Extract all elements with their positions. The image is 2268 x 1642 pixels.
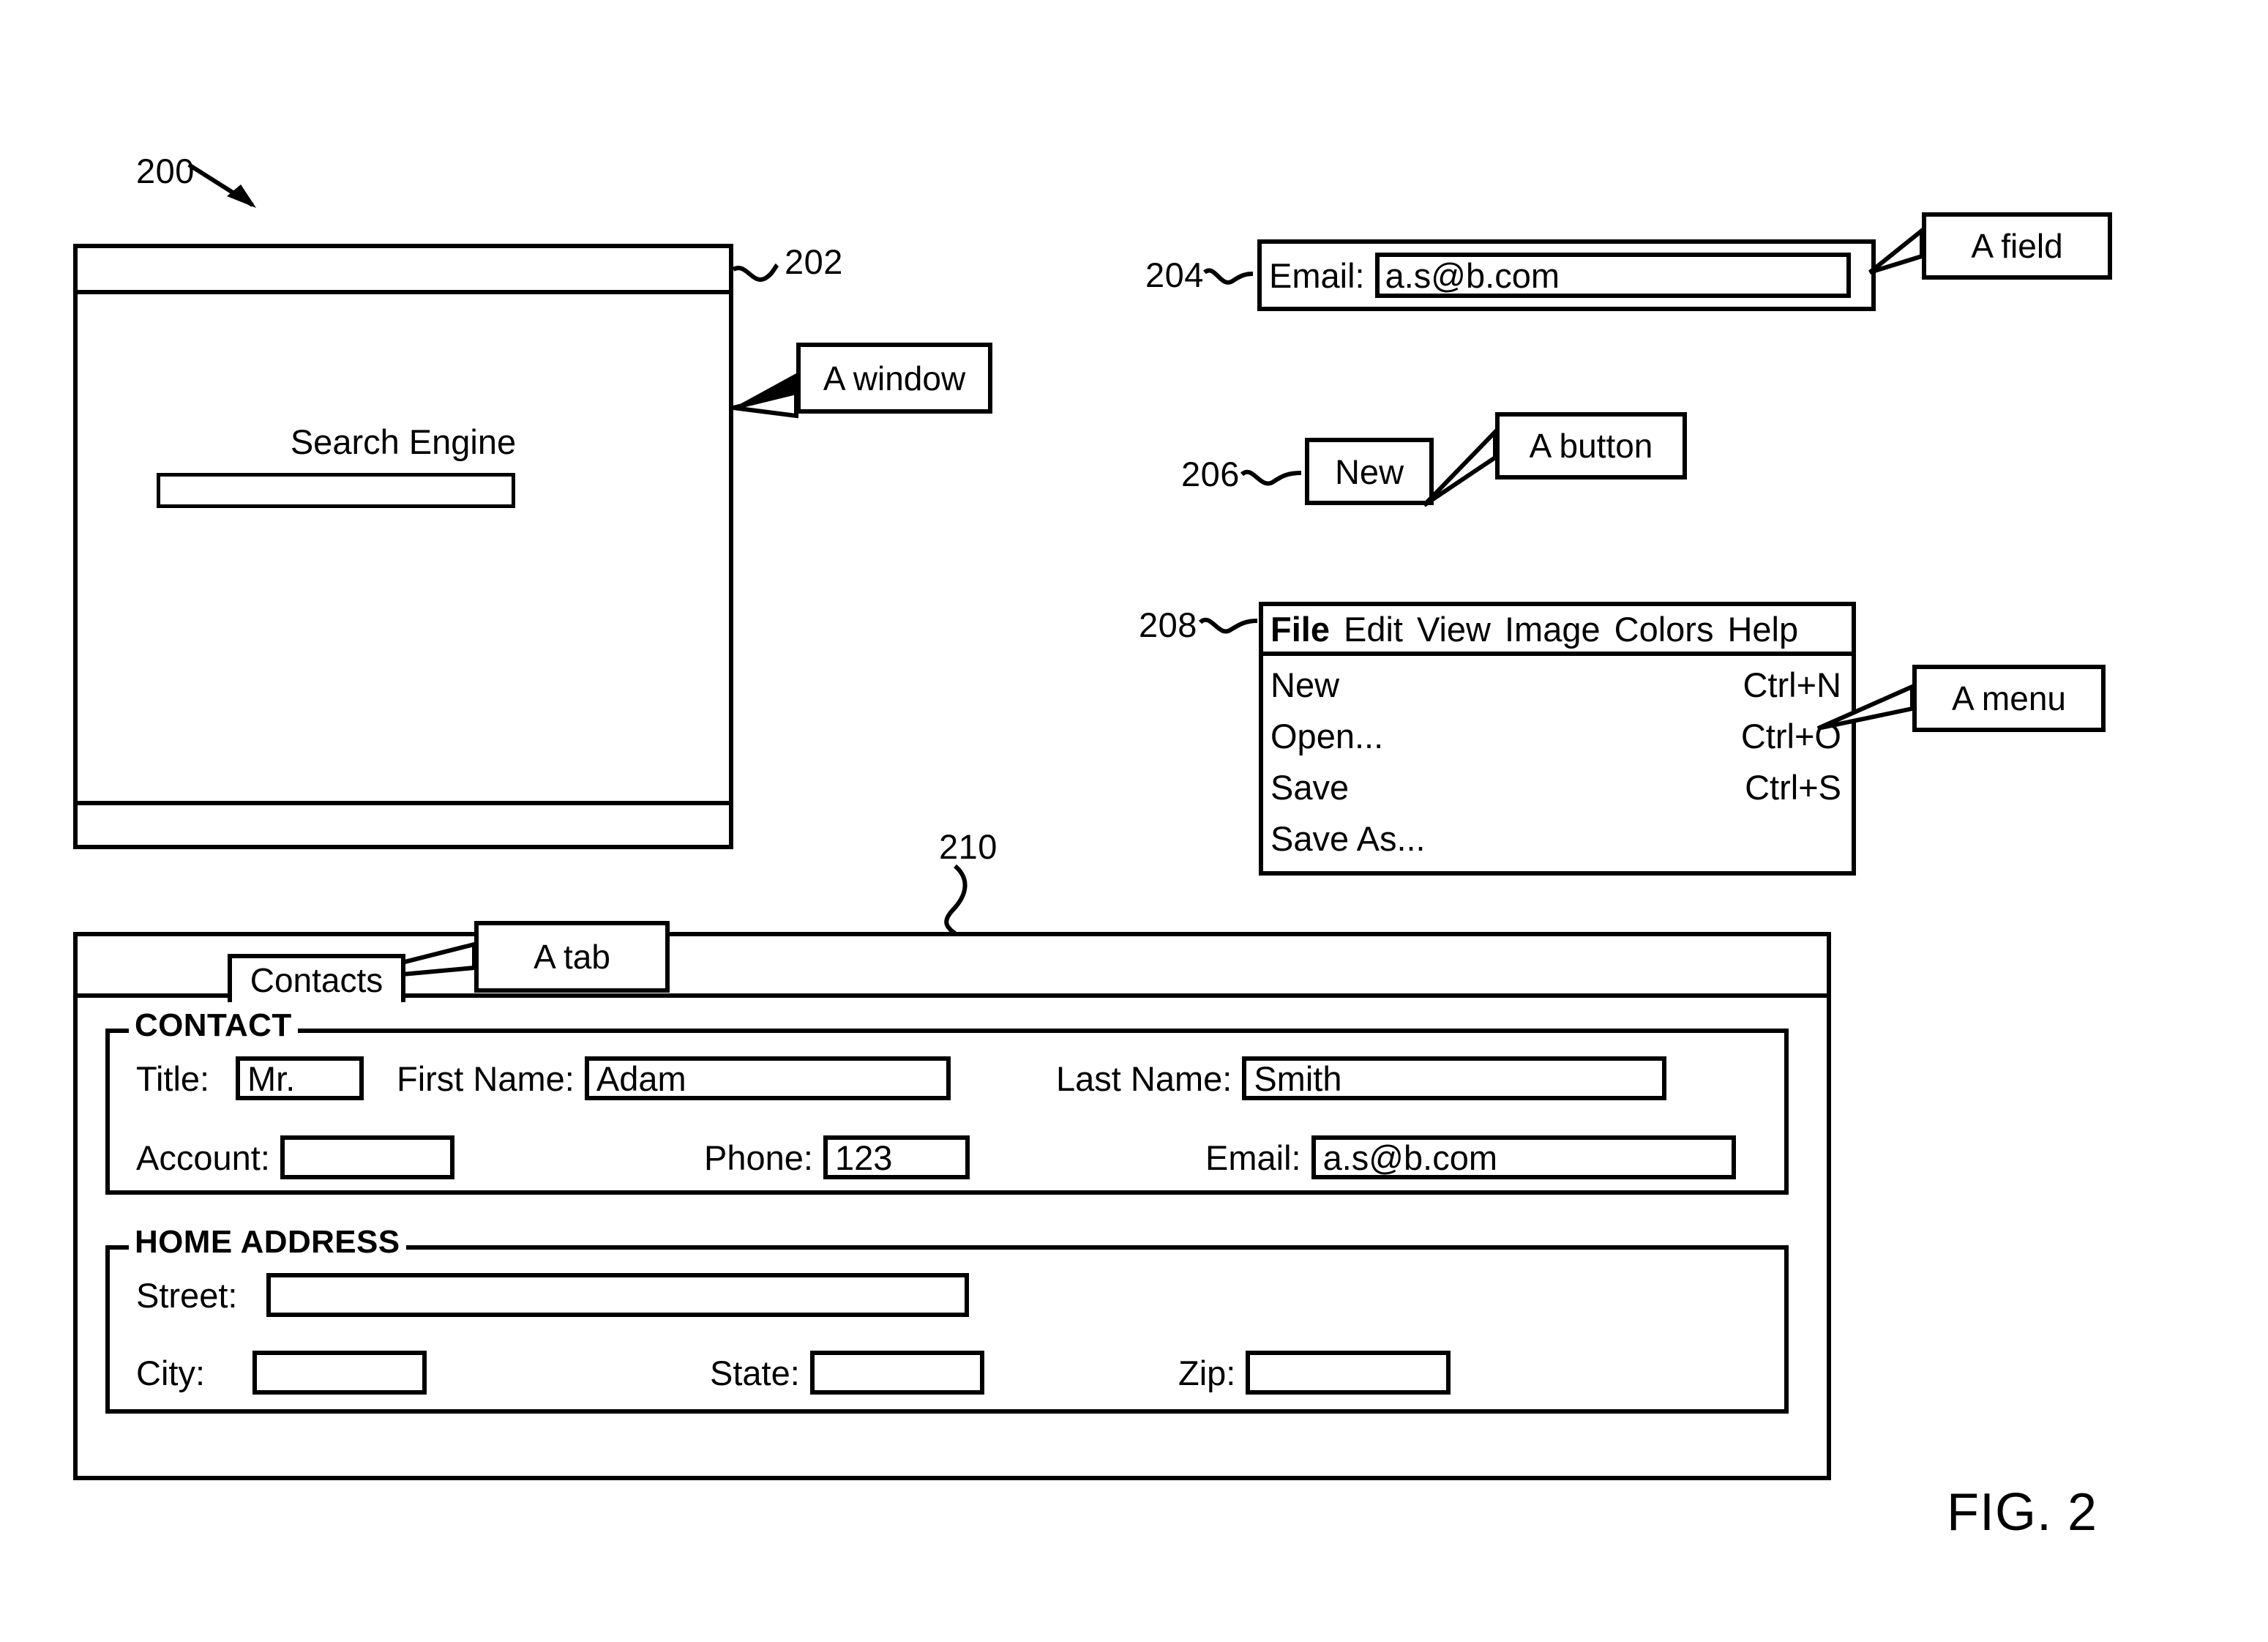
menu-entry-new-label: New (1270, 665, 1340, 704)
label-phone: Phone: (704, 1138, 813, 1177)
menu-item-view[interactable]: View (1417, 609, 1491, 649)
input-phone[interactable]: 123 (823, 1135, 970, 1179)
search-engine-window[interactable]: Search Engine (73, 244, 733, 849)
reference-numeral-210: 210 (939, 827, 998, 866)
menu-entry-save[interactable]: Save Ctrl+S (1263, 761, 1852, 813)
callout-a-tab: A tab (474, 921, 670, 993)
field-row-phone: Phone: 123 (704, 1135, 970, 1179)
menu-item-help[interactable]: Help (1727, 609, 1798, 649)
search-engine-heading: Search Engine (290, 422, 517, 461)
label-state: State: (710, 1353, 800, 1392)
email-field-input[interactable]: a.s@b.com (1374, 253, 1851, 298)
input-zip[interactable] (1246, 1351, 1451, 1395)
pointer-a-window-2 (733, 389, 798, 419)
input-email[interactable]: a.s@b.com (1311, 1135, 1736, 1179)
menu-entry-new[interactable]: New Ctrl+N (1263, 659, 1852, 710)
pointer-a-button (1422, 426, 1497, 507)
leader-200 (187, 163, 254, 207)
menu-item-edit[interactable]: Edit (1344, 609, 1403, 649)
menu-entry-open-accelerator: Ctrl+O (1740, 716, 1841, 755)
menu-entry-open[interactable]: Open... Ctrl+O (1263, 710, 1852, 761)
field-row-city: City: (136, 1351, 427, 1395)
new-button[interactable]: New (1305, 438, 1434, 505)
patent-figure: 200 Search Engine 202 A window 204 Email… (0, 0, 2268, 1642)
input-title[interactable]: Mr. (236, 1056, 364, 1100)
field-row-zip: Zip: (1178, 1351, 1451, 1395)
input-first-name[interactable]: Adam (584, 1056, 951, 1100)
field-row-title: Title: Mr. (136, 1056, 364, 1100)
menu-entry-open-label: Open... (1270, 716, 1384, 755)
arrowhead-200 (227, 184, 256, 208)
callout-a-button: A button (1495, 412, 1687, 479)
field-row-account: Account: (136, 1135, 454, 1179)
label-street: Street: (136, 1275, 238, 1315)
email-field-widget[interactable]: Email: a.s@b.com (1257, 239, 1876, 311)
label-title: Title: (136, 1059, 210, 1098)
menu-item-image[interactable]: Image (1505, 609, 1601, 649)
label-email: Email: (1205, 1138, 1301, 1177)
group-home-address: HOME ADDRESS Street: City: State: Zip: (105, 1226, 1789, 1414)
pointer-a-window (733, 373, 796, 408)
contacts-tab-panel: Contacts CONTACT Title: Mr. First Name: … (73, 932, 1831, 1480)
menu-entry-save-accelerator: Ctrl+S (1745, 767, 1841, 807)
field-row-street: Street: (136, 1273, 970, 1317)
window-client-area: Search Engine (78, 294, 729, 801)
input-state[interactable] (809, 1351, 984, 1395)
field-row-last-name: Last Name: Smith (1056, 1056, 1667, 1100)
window-status-bar (78, 801, 729, 849)
window-title-bar[interactable] (78, 248, 729, 294)
tab-contacts[interactable]: Contacts (228, 954, 405, 1002)
menu-item-file[interactable]: File (1270, 609, 1330, 649)
field-row-email: Email: a.s@b.com (1205, 1135, 1736, 1179)
leader-208 (1198, 617, 1258, 634)
pointer-a-field (1868, 225, 1924, 275)
group-contact-legend: CONTACT (129, 1010, 298, 1042)
input-city[interactable] (252, 1351, 427, 1395)
menu-entry-save-label: Save (1270, 767, 1350, 807)
search-input[interactable] (157, 473, 515, 508)
file-menu-dropdown: New Ctrl+N Open... Ctrl+O Save Ctrl+S Sa… (1263, 656, 1852, 864)
file-menu-widget[interactable]: File Edit View Image Colors Help New Ctr… (1259, 602, 1856, 876)
leader-206 (1240, 469, 1302, 486)
field-row-first-name: First Name: Adam (397, 1056, 951, 1100)
label-zip: Zip: (1178, 1353, 1236, 1392)
label-last-name: Last Name: (1056, 1059, 1232, 1098)
menu-entry-save-as[interactable]: Save As... (1263, 813, 1852, 864)
reference-numeral-206: 206 (1181, 455, 1240, 493)
label-city: City: (136, 1353, 205, 1392)
menu-bar[interactable]: File Edit View Image Colors Help (1263, 606, 1852, 656)
field-row-state: State: (710, 1351, 984, 1395)
reference-numeral-208: 208 (1139, 605, 1197, 644)
menu-entry-new-accelerator: Ctrl+N (1743, 665, 1841, 704)
group-home-address-legend: HOME ADDRESS (129, 1226, 406, 1258)
group-contact: CONTACT Title: Mr. First Name: Adam Last… (105, 1010, 1789, 1195)
menu-item-colors[interactable]: Colors (1614, 609, 1714, 649)
callout-a-window: A window (796, 343, 992, 414)
reference-numeral-200: 200 (136, 152, 195, 190)
leader-204 (1203, 268, 1254, 285)
leader-202 (732, 263, 779, 282)
label-account: Account: (136, 1138, 270, 1177)
callout-a-menu: A menu (1912, 665, 2106, 732)
reference-numeral-204: 204 (1145, 255, 1204, 294)
leader-210 (944, 864, 968, 936)
menu-entry-save-as-label: Save As... (1270, 818, 1426, 858)
input-last-name[interactable]: Smith (1242, 1056, 1667, 1100)
callout-a-field: A field (1922, 212, 2112, 280)
reference-numeral-202: 202 (785, 242, 843, 281)
label-first-name: First Name: (397, 1059, 575, 1098)
input-account[interactable] (280, 1135, 454, 1179)
email-field-label: Email: (1269, 255, 1365, 295)
input-street[interactable] (266, 1273, 970, 1317)
figure-caption: FIG. 2 (1947, 1483, 2098, 1542)
